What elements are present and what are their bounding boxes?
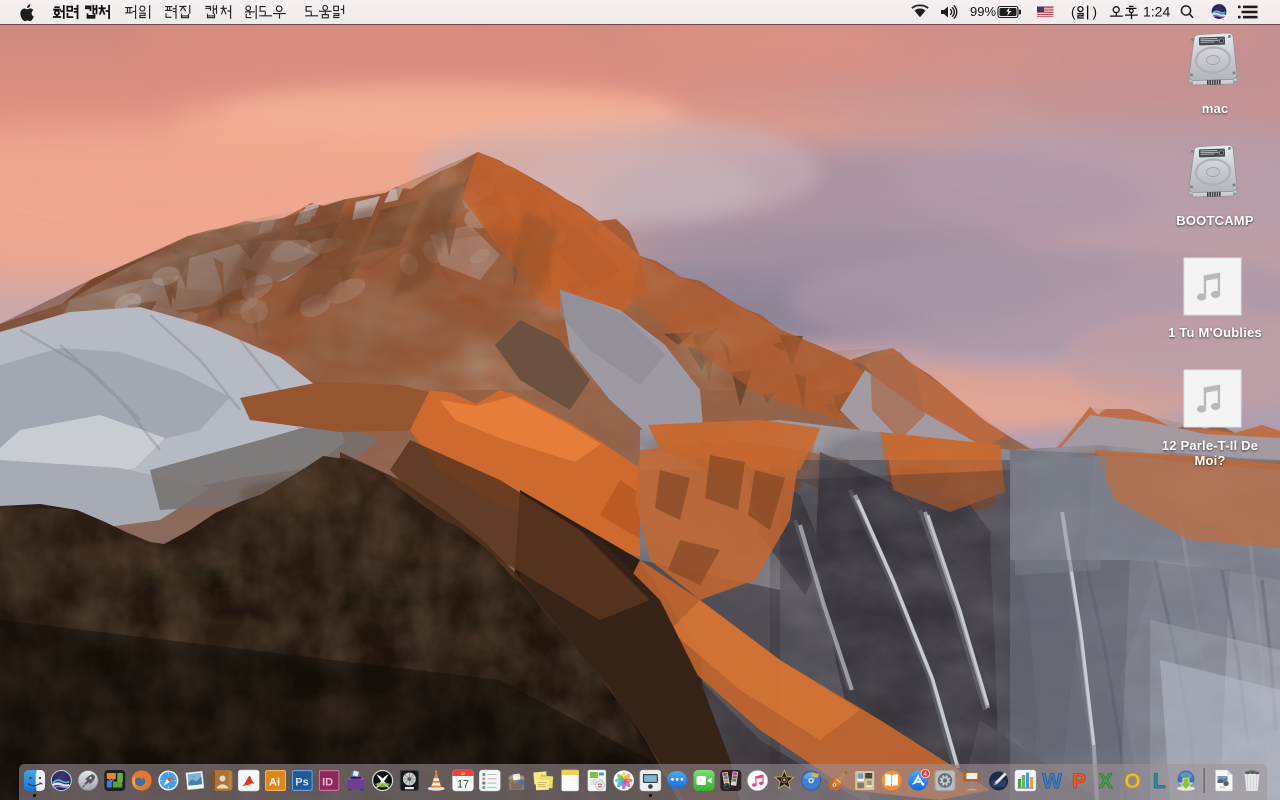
svg-text:): ) (1093, 5, 1098, 20)
svg-text:L: L (1153, 770, 1166, 793)
svg-text:Note: Note (541, 774, 548, 778)
svg-text:4: 4 (923, 771, 927, 778)
svg-text:17: 17 (457, 779, 469, 791)
svg-text:99%: 99% (970, 4, 996, 19)
svg-text:Ai: Ai (269, 777, 280, 789)
svg-text:W: W (1042, 770, 1062, 793)
svg-text:P: P (1072, 770, 1086, 793)
svg-text:ID: ID (322, 777, 333, 789)
svg-text:12: 12 (461, 772, 465, 776)
svg-text:1:24: 1:24 (1143, 4, 1170, 20)
svg-text:O: O (1124, 770, 1140, 793)
svg-text:JPG: JPG (1220, 786, 1227, 790)
svg-text:Ps: Ps (295, 777, 308, 789)
svg-text:X: X (1099, 770, 1113, 793)
svg-text:(: ( (1071, 5, 1076, 20)
